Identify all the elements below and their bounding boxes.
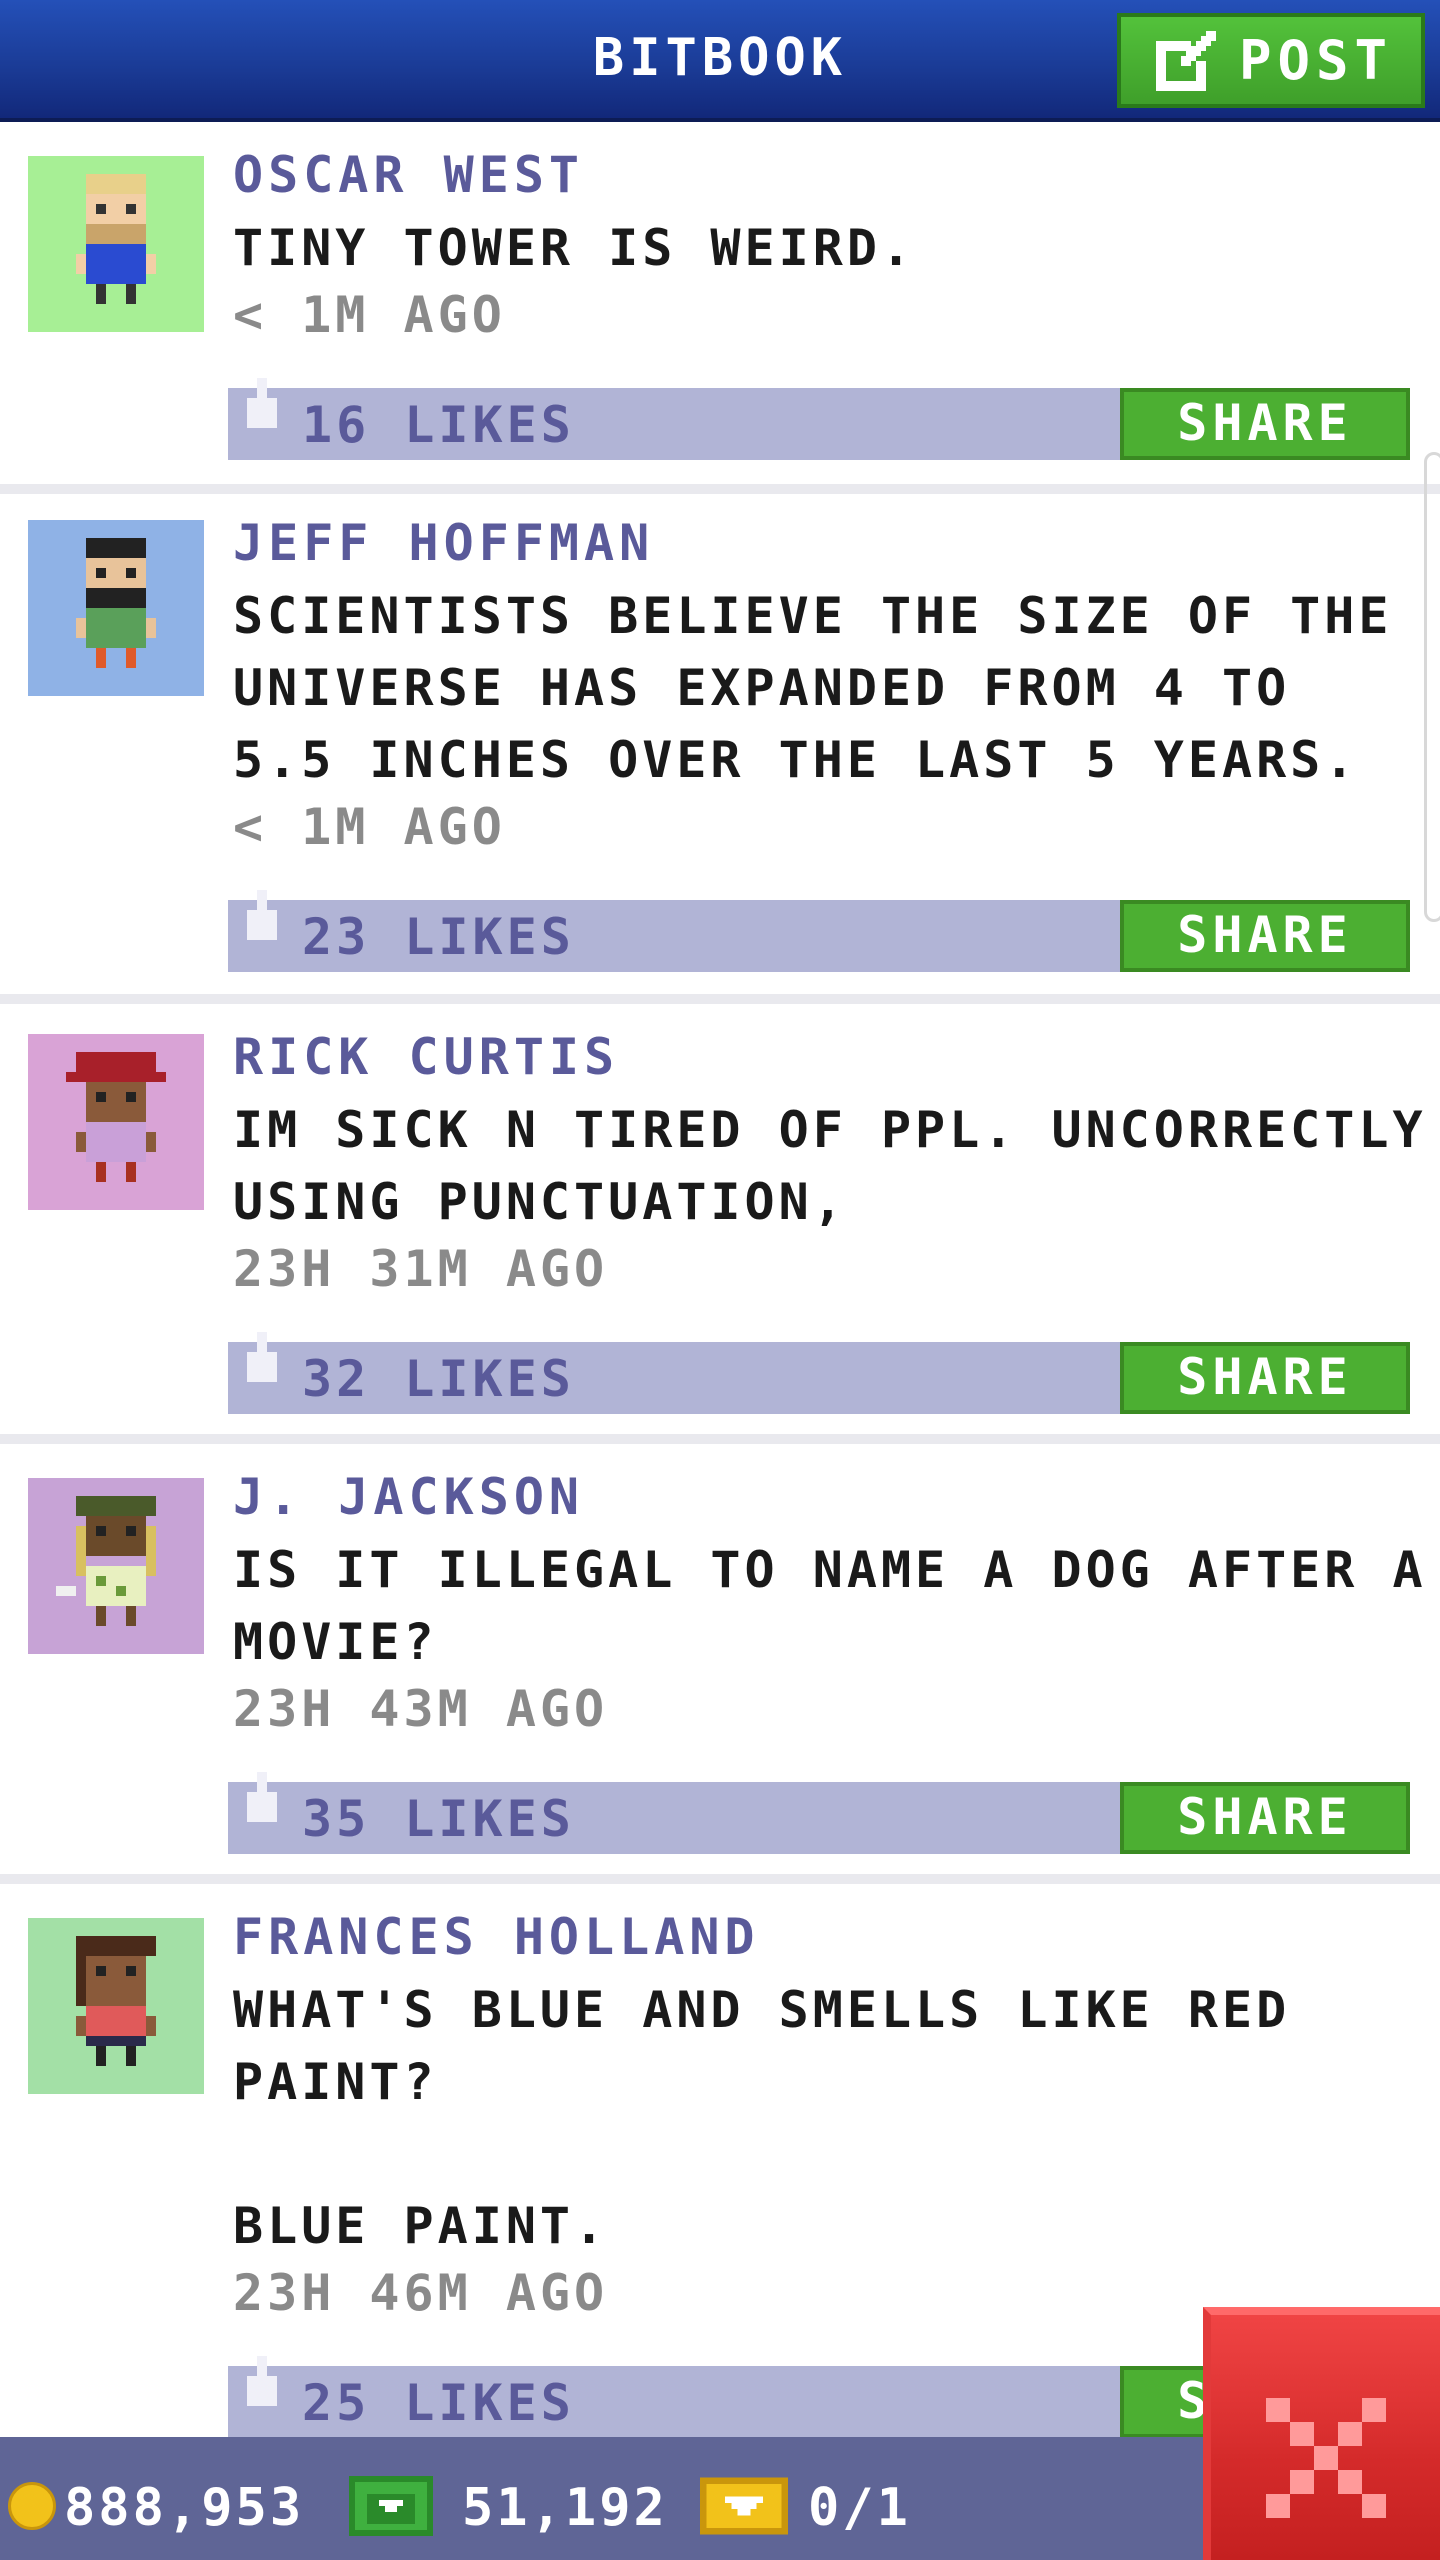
bitbook-feed[interactable]: OSCAR WEST TINY TOWER IS WEIRD. < 1M AGO… — [0, 122, 1440, 2437]
share-button[interactable]: SHARE — [1120, 388, 1410, 460]
avatar[interactable] — [28, 156, 204, 332]
bitizen-icon — [66, 1052, 166, 1182]
ticket-count: 0/1 — [808, 2478, 911, 2538]
post-author[interactable]: RICK CURTIS — [233, 1028, 619, 1086]
post-time: < 1M AGO — [233, 286, 506, 344]
like-bar[interactable]: 23 LIKES SHARE — [228, 890, 1410, 972]
ticket-icon — [700, 2477, 788, 2535]
divider — [0, 994, 1440, 1004]
coin-count: 888,953 — [64, 2478, 305, 2538]
post-time: 23H 46M AGO — [233, 2264, 609, 2322]
post-author[interactable]: OSCAR WEST — [233, 146, 584, 204]
post-label: POST — [1239, 29, 1394, 92]
post-author[interactable]: J. JACKSON — [233, 1468, 584, 1526]
post-author[interactable]: JEFF HOFFMAN — [233, 514, 654, 572]
post-time: 23H 43M AGO — [233, 1680, 609, 1738]
like-count: 25 LIKES — [302, 2374, 575, 2432]
post-message: IS IT ILLEGAL TO NAME A DOG AFTER A MOVI… — [233, 1541, 1427, 1671]
bux-count: 51,192 — [462, 2478, 668, 2538]
avatar[interactable] — [28, 1034, 204, 1210]
bitizen-icon — [76, 1936, 156, 2066]
post-message: SCIENTISTS BELIEVE THE SIZE OF THE UNIVE… — [233, 587, 1393, 789]
like-count: 16 LIKES — [302, 396, 575, 454]
thumbs-up-icon — [247, 2356, 277, 2406]
like-count: 32 LIKES — [302, 1350, 575, 1408]
bitizen-icon — [56, 1496, 156, 1626]
app-header: BITBOOK POST — [0, 0, 1440, 122]
edit-icon — [1156, 30, 1216, 91]
divider — [0, 484, 1440, 494]
coin-icon — [8, 2482, 56, 2530]
post-time: 23H 31M AGO — [233, 1240, 609, 1298]
post-button[interactable]: POST — [1117, 13, 1425, 108]
share-button[interactable]: SHARE — [1120, 1782, 1410, 1854]
post-author[interactable]: FRANCES HOLLAND — [233, 1908, 760, 1966]
bux-icon — [349, 2476, 433, 2536]
thumbs-up-icon — [247, 1772, 277, 1822]
post-time: < 1M AGO — [233, 798, 506, 856]
avatar[interactable] — [28, 1478, 204, 1654]
like-bar[interactable]: 32 LIKES SHARE — [228, 1332, 1410, 1414]
share-button[interactable]: SHARE — [1120, 1342, 1410, 1414]
avatar[interactable] — [28, 520, 204, 696]
thumbs-up-icon — [247, 1332, 277, 1382]
thumbs-up-icon — [247, 890, 277, 940]
like-bar[interactable]: 16 LIKES SHARE — [228, 378, 1410, 460]
bitizen-icon — [76, 174, 156, 304]
close-button[interactable] — [1203, 2307, 1440, 2560]
thumbs-up-icon — [247, 378, 277, 428]
close-icon — [1265, 2397, 1386, 2518]
scrollbar[interactable] — [1424, 452, 1440, 922]
divider — [0, 1434, 1440, 1444]
post-message: TINY TOWER IS WEIRD. — [233, 219, 916, 277]
like-bar[interactable]: 35 LIKES SHARE — [228, 1772, 1410, 1854]
bitizen-icon — [76, 538, 156, 668]
post-message: IM SICK N TIRED OF PPL. UNCORRECTLY USIN… — [233, 1101, 1427, 1231]
avatar[interactable] — [28, 1918, 204, 2094]
share-button[interactable]: SHARE — [1120, 900, 1410, 972]
divider — [0, 1874, 1440, 1884]
post-message: WHAT'S BLUE AND SMELLS LIKE RED PAINT? B… — [233, 1981, 1291, 2255]
like-count: 35 LIKES — [302, 1790, 575, 1848]
like-count: 23 LIKES — [302, 908, 575, 966]
